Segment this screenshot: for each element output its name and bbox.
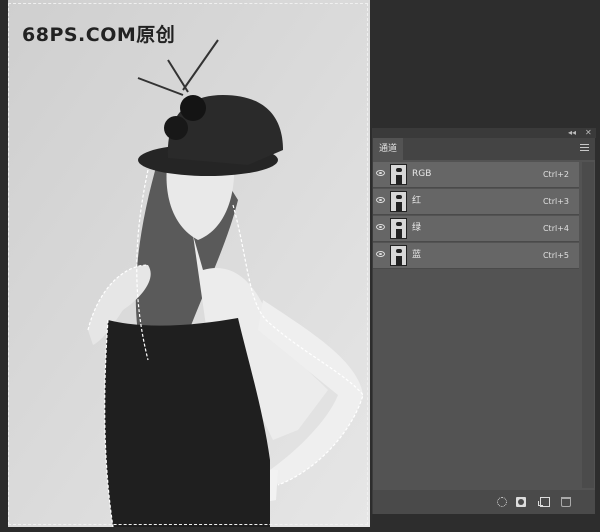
panel-footer	[373, 490, 595, 514]
channel-row-red[interactable]: 红 Ctrl+3	[373, 189, 579, 215]
eye-icon	[376, 197, 385, 203]
channel-row-rgb[interactable]: RGB Ctrl+2	[373, 162, 579, 188]
collapse-icon[interactable]: ◂◂	[568, 128, 576, 138]
channel-name: 绿	[412, 223, 422, 233]
watermark: 68PS.COM原创	[22, 24, 176, 46]
eye-icon	[376, 251, 385, 257]
channel-shortcut: Ctrl+2	[542, 170, 569, 179]
panel-dock-strip	[372, 128, 596, 138]
visibility-toggle[interactable]	[373, 216, 389, 241]
channel-name: 蓝	[412, 250, 422, 260]
channel-row-blue[interactable]: 蓝 Ctrl+5	[373, 243, 579, 269]
tab-channels[interactable]: 通道	[373, 138, 404, 160]
eye-icon	[376, 170, 385, 176]
channel-thumbnail	[390, 218, 407, 239]
channel-shortcut: Ctrl+4	[542, 224, 569, 233]
document-canvas[interactable]	[8, 0, 370, 527]
photo-image	[8, 0, 370, 527]
channel-name: RGB	[412, 169, 432, 179]
visibility-toggle[interactable]	[373, 243, 389, 268]
visibility-toggle[interactable]	[373, 162, 389, 187]
panel-header: 通道	[373, 138, 595, 160]
channel-thumbnail	[390, 164, 407, 185]
new-channel-icon[interactable]	[538, 497, 550, 507]
channel-thumbnail	[390, 245, 407, 266]
channel-shortcut: Ctrl+5	[542, 251, 569, 260]
channel-thumbnail	[390, 191, 407, 212]
channels-panel: 通道 RGB Ctrl+2 红 Ctrl+3 绿 Ctrl+4 蓝 Ctrl+5	[372, 138, 595, 514]
channel-list: RGB Ctrl+2 红 Ctrl+3 绿 Ctrl+4 蓝 Ctrl+5	[373, 162, 579, 270]
load-selection-icon[interactable]	[497, 497, 507, 507]
delete-channel-icon[interactable]	[561, 497, 571, 507]
channel-name: 红	[412, 196, 422, 206]
visibility-toggle[interactable]	[373, 189, 389, 214]
close-icon[interactable]: ✕	[585, 128, 592, 138]
panel-scrollbar[interactable]	[582, 162, 594, 488]
eye-icon	[376, 224, 385, 230]
save-selection-mask-icon[interactable]	[516, 497, 526, 507]
channel-row-green[interactable]: 绿 Ctrl+4	[373, 216, 579, 242]
panel-menu-icon[interactable]	[580, 144, 589, 152]
channel-shortcut: Ctrl+3	[542, 197, 569, 206]
